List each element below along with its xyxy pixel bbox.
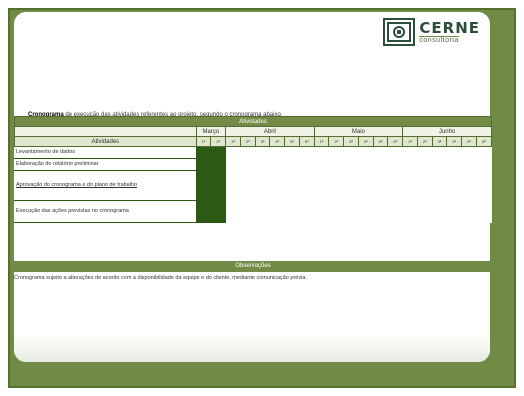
week-cell: 2ª bbox=[416, 136, 433, 147]
week-cell: 1ª bbox=[225, 136, 241, 147]
observations-text: Cronograma sujeito a alterações de acord… bbox=[14, 275, 307, 281]
week-cell: 1ª bbox=[313, 136, 330, 147]
week-cell: 2ª bbox=[210, 136, 227, 147]
schedule-cell-empty bbox=[225, 200, 492, 223]
week-cell: 1ª bbox=[195, 136, 212, 147]
activity-name: Aprovação do cronograma e do plano de tr… bbox=[14, 170, 197, 201]
month-marco: Março bbox=[195, 126, 227, 137]
week-cell: 4ª bbox=[357, 136, 374, 147]
week-cell: 6ª bbox=[475, 136, 493, 147]
activity-column-header: Atividades bbox=[14, 136, 197, 147]
schedule-cell-empty bbox=[225, 158, 492, 171]
schedule-cell-empty bbox=[225, 146, 492, 159]
schedule-cell-filled bbox=[195, 200, 212, 223]
schedule-cell-filled bbox=[195, 158, 212, 171]
week-cell: 5ª bbox=[372, 136, 389, 147]
week-cell: 6ª bbox=[387, 136, 404, 147]
month-maio: Maio bbox=[313, 126, 404, 137]
week-cell: 3ª bbox=[431, 136, 448, 147]
week-cell: 3ª bbox=[254, 136, 271, 147]
activity-name: Elaboração do relatório preliminar bbox=[14, 158, 197, 171]
week-cell: 3ª bbox=[343, 136, 359, 147]
observations-header: Observações bbox=[14, 261, 492, 272]
logo-name: CERNE bbox=[419, 18, 480, 37]
company-logo: CERNE consultoria bbox=[383, 18, 480, 46]
week-cell: 5ª bbox=[284, 136, 300, 147]
schedule-cell-empty bbox=[225, 170, 492, 201]
schedule-title: Atividades bbox=[14, 116, 492, 127]
card-bottom-shade bbox=[14, 334, 490, 362]
schedule-cell-filled bbox=[210, 158, 227, 171]
week-cell: 5ª bbox=[461, 136, 477, 147]
logo-tagline: consultoria bbox=[419, 35, 459, 44]
schedule-cell-filled bbox=[195, 170, 212, 201]
schedule-cell-filled bbox=[210, 146, 227, 159]
month-abril: Abril bbox=[225, 126, 315, 137]
month-junho: Junho bbox=[402, 126, 492, 137]
activity-name: Levantamento de dados bbox=[14, 146, 197, 159]
week-cell: 1ª bbox=[402, 136, 418, 147]
months-spacer bbox=[14, 126, 197, 137]
schedule-cell-filled bbox=[210, 170, 227, 201]
week-cell: 4ª bbox=[269, 136, 286, 147]
week-cell: 2ª bbox=[239, 136, 256, 147]
schedule-cell-filled bbox=[210, 200, 227, 223]
activity-name: Execução das ações previstas no cronogra… bbox=[14, 200, 197, 223]
week-cell: 6ª bbox=[298, 136, 315, 147]
logo-icon bbox=[383, 18, 416, 46]
schedule-table: Atividades Março Abril Maio Junho Ativid… bbox=[14, 116, 493, 223]
week-cell: 2ª bbox=[328, 136, 345, 147]
week-cell: 4ª bbox=[446, 136, 463, 147]
schedule-cell-filled bbox=[195, 146, 212, 159]
